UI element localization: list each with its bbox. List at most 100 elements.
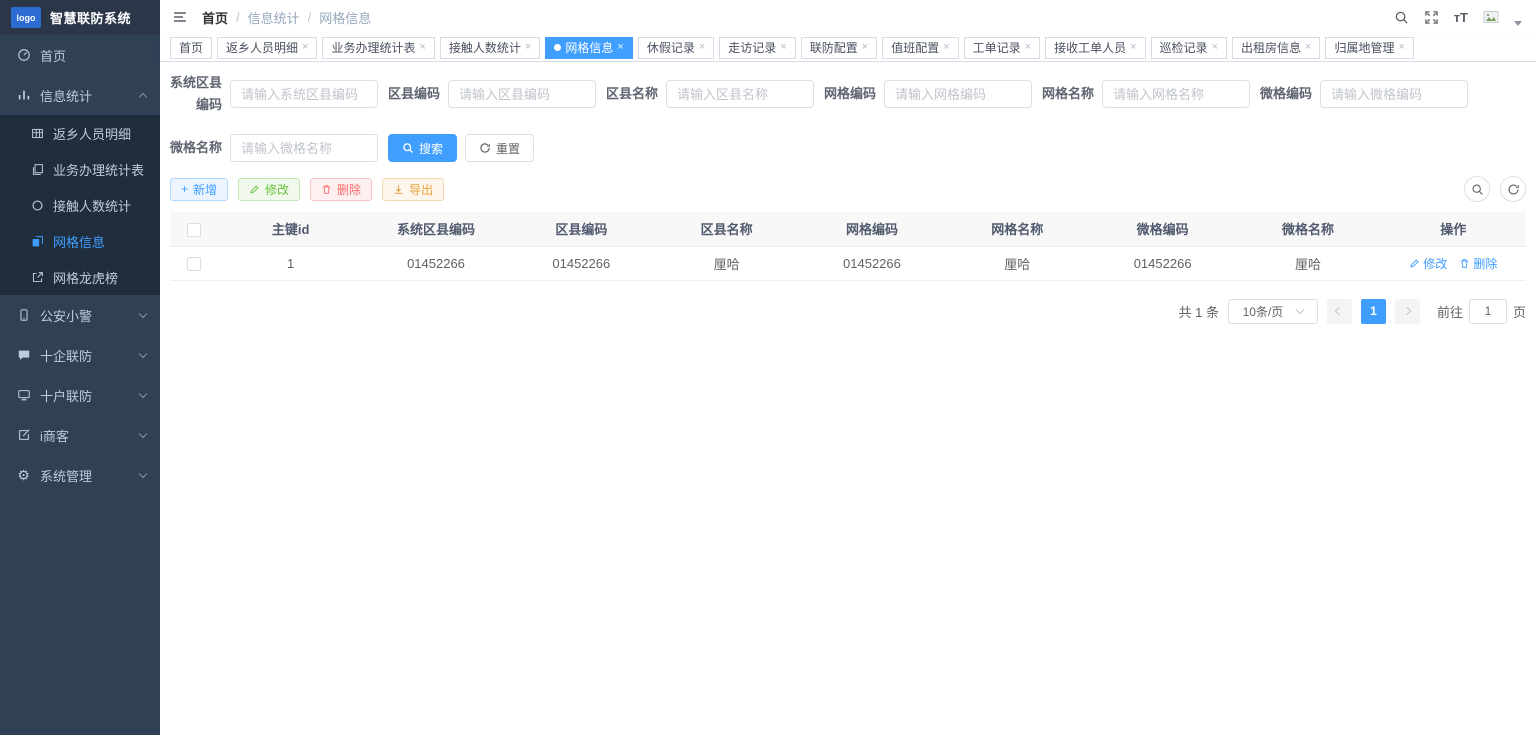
refresh-icon: [1507, 184, 1519, 195]
select-all-checkbox[interactable]: [187, 222, 201, 237]
sidebar-item-home[interactable]: 首页: [0, 35, 160, 75]
close-icon[interactable]: ×: [1305, 42, 1311, 53]
sys-county-code-input[interactable]: [230, 80, 378, 109]
font-size-icon[interactable]: тT: [1454, 10, 1468, 25]
refresh-button[interactable]: [1500, 176, 1526, 203]
sidebar-item-info-stats[interactable]: 信息统计: [0, 75, 160, 115]
tab-vacation-records[interactable]: 休假记录 ×: [637, 36, 715, 59]
sidebar-item-grid-info[interactable]: 网格信息: [0, 223, 160, 259]
delete-link-label: 删除: [1473, 256, 1498, 271]
search-icon: [403, 143, 413, 154]
sidebar-item-merchant[interactable]: i商客: [0, 415, 160, 455]
cell-sys-county-code: 01452266: [363, 246, 509, 281]
chevron-right-icon: [1403, 306, 1412, 316]
sidebar-item-grid-ranking[interactable]: 网格龙虎榜: [0, 259, 160, 295]
page-size-select[interactable]: 10条/页: [1227, 298, 1318, 324]
tab-order-receivers[interactable]: 接收工单人员 ×: [1045, 36, 1146, 59]
show-search-button[interactable]: [1464, 176, 1490, 203]
circle-icon: [30, 199, 45, 212]
tab-grid-info[interactable]: 网格信息 ×: [545, 36, 633, 59]
close-icon[interactable]: ×: [1130, 42, 1136, 53]
tab-duty-config[interactable]: 值班配置 ×: [882, 36, 959, 59]
close-icon[interactable]: ×: [780, 42, 786, 53]
avatar-image[interactable]: [1483, 10, 1499, 25]
trash-icon: [1461, 258, 1469, 268]
tab-work-orders[interactable]: 工单记录 ×: [963, 36, 1041, 59]
tab-visit-records[interactable]: 走访记录 ×: [719, 36, 796, 59]
sidebar-item-label: 信息统计: [40, 88, 93, 104]
goto-page: 前往 页: [1437, 298, 1526, 324]
close-icon[interactable]: ×: [1398, 42, 1404, 53]
search-icon: [1471, 184, 1483, 195]
sidebar-item-label: 网格信息: [53, 234, 106, 250]
tab-label: 工单记录: [972, 41, 1021, 55]
field-label: 区县编码: [388, 86, 441, 102]
tab-inspection-records[interactable]: 巡检记录 ×: [1150, 36, 1227, 59]
close-icon[interactable]: ×: [862, 42, 868, 53]
prev-page-button[interactable]: [1326, 298, 1352, 324]
sidebar-item-police[interactable]: 公安小警: [0, 295, 160, 335]
column-header: 网格编码: [799, 212, 945, 247]
app-logo[interactable]: logo 智慧联防系统: [0, 0, 160, 35]
row-edit-link[interactable]: 修改: [1409, 255, 1447, 272]
tab-label: 休假记录: [646, 41, 695, 55]
sidebar-item-system[interactable]: ⚙ 系统管理: [0, 455, 160, 495]
search-button[interactable]: 搜索: [388, 134, 458, 163]
goto-page-input[interactable]: [1468, 298, 1507, 324]
navbar-actions: тT: [1394, 9, 1522, 26]
micro-name-input[interactable]: [230, 134, 378, 163]
close-icon[interactable]: ×: [525, 42, 531, 53]
row-delete-link[interactable]: 删除: [1459, 255, 1497, 272]
close-icon[interactable]: ×: [419, 42, 425, 53]
next-page-button[interactable]: [1394, 298, 1420, 324]
tab-label: 业务办理统计表: [331, 41, 416, 55]
sidebar-item-business-stats[interactable]: 业务办理统计表: [0, 151, 160, 187]
sidebar-item-enterprise[interactable]: 十企联防: [0, 335, 160, 375]
row-checkbox[interactable]: [187, 256, 201, 271]
county-code-input[interactable]: [448, 80, 596, 109]
close-icon[interactable]: ×: [699, 42, 705, 53]
close-icon[interactable]: ×: [617, 42, 623, 53]
delete-button[interactable]: 删除: [310, 177, 373, 201]
search-icon[interactable]: [1394, 10, 1409, 25]
field-label: 网格编码: [824, 86, 877, 102]
close-icon[interactable]: ×: [1212, 42, 1218, 53]
county-name-input[interactable]: [666, 80, 814, 109]
tag-tab-bar: 首页 返乡人员明细 × 业务办理统计表 × 接触人数统计 × 网格信息 × 休假记录 × …: [160, 34, 1536, 62]
edit-button[interactable]: 修改: [238, 177, 301, 201]
caret-down-icon[interactable]: [1514, 20, 1522, 26]
chevron-down-icon: [138, 389, 148, 398]
sidebar-item-label: 返乡人员明细: [53, 126, 132, 142]
menu-icon[interactable]: [172, 9, 188, 25]
tab-rental-info[interactable]: 出租房信息 ×: [1232, 36, 1321, 59]
data-table: 主键id 系统区县编码 区县编码 区县名称 网格编码 网格名称 微格编码 微格名…: [170, 212, 1526, 281]
tab-defense-config[interactable]: 联防配置 ×: [800, 36, 878, 59]
pencil-icon: [1410, 259, 1419, 268]
tab-business-stats[interactable]: 业务办理统计表 ×: [322, 36, 435, 59]
cell-micro-code: 01452266: [1089, 246, 1236, 281]
logo-image: logo: [11, 7, 41, 28]
cell-grid-code: 01452266: [799, 246, 945, 281]
close-icon[interactable]: ×: [943, 42, 949, 53]
tab-attribution-mgmt[interactable]: 归属地管理 ×: [1325, 36, 1414, 59]
page-number-button[interactable]: 1: [1360, 298, 1386, 324]
breadcrumb-home[interactable]: 首页: [202, 8, 228, 27]
sidebar-item-contact-stats[interactable]: 接触人数统计: [0, 187, 160, 223]
grid-name-input[interactable]: [1102, 80, 1250, 109]
reset-button[interactable]: 重置: [465, 134, 535, 163]
column-header: 系统区县编码: [363, 212, 509, 247]
edit-square-icon: [16, 428, 31, 442]
tab-return-detail[interactable]: 返乡人员明细 ×: [217, 36, 318, 59]
sidebar-item-return-detail[interactable]: 返乡人员明细: [0, 115, 160, 151]
micro-code-input[interactable]: [1320, 80, 1468, 109]
fullscreen-icon[interactable]: [1424, 10, 1439, 25]
export-button[interactable]: 导出: [382, 177, 445, 201]
grid-code-input[interactable]: [884, 80, 1032, 109]
close-icon[interactable]: ×: [302, 42, 308, 53]
add-button[interactable]: + 新增: [170, 177, 229, 201]
tab-contact-stats[interactable]: 接触人数统计 ×: [439, 36, 541, 59]
sidebar-item-household[interactable]: 十户联防: [0, 375, 160, 415]
tab-home[interactable]: 首页: [170, 36, 213, 59]
sidebar-item-label: 接触人数统计: [53, 198, 132, 214]
close-icon[interactable]: ×: [1025, 42, 1031, 53]
